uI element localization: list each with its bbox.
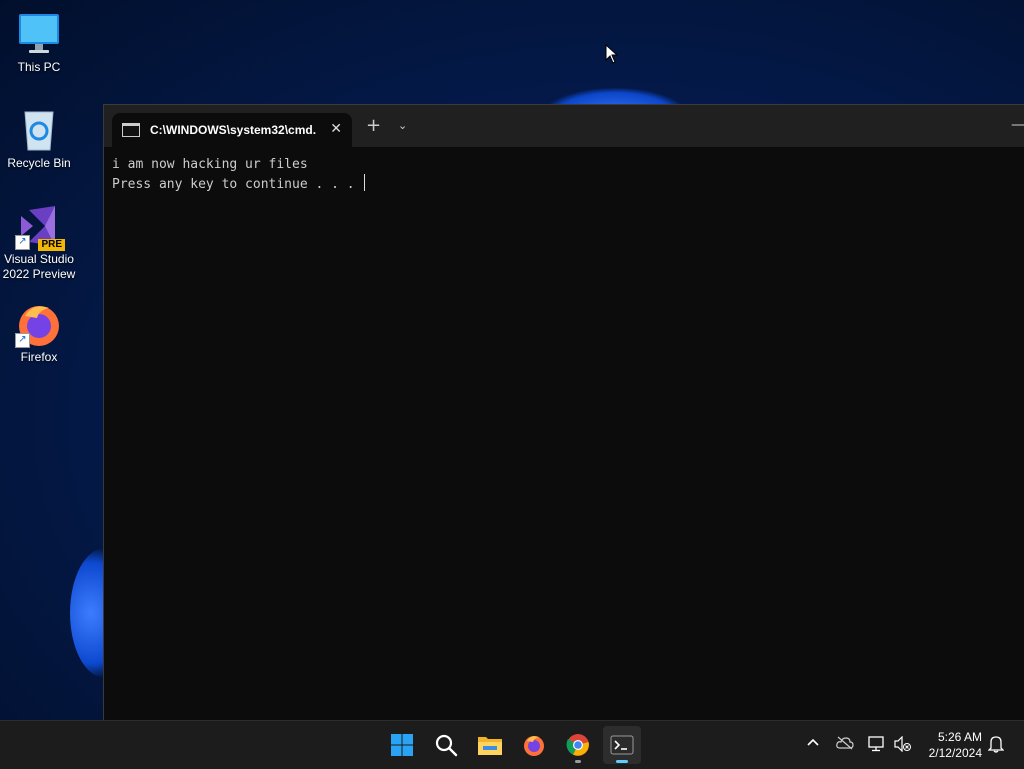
clock-time: 5:26 AM xyxy=(937,730,982,744)
desktop-icon-label: Visual Studio 2022 Preview xyxy=(2,252,76,281)
firefox-icon xyxy=(524,736,544,756)
running-indicator xyxy=(575,760,581,763)
mouse-pointer-icon xyxy=(605,43,619,68)
cmd-icon xyxy=(122,123,140,137)
network-icon[interactable] xyxy=(868,736,886,756)
console-line-prompt: Press any key to continue . . . xyxy=(112,174,1024,194)
taskbar-clock[interactable]: 5:26 AM 2/12/2024 xyxy=(929,729,982,761)
chrome-taskbar-button[interactable] xyxy=(559,726,597,764)
visual-studio-icon: PRE ↗ xyxy=(15,202,65,251)
search-button[interactable] xyxy=(427,726,465,764)
search-icon xyxy=(435,734,458,757)
terminal-window[interactable]: C:\WINDOWS\system32\cmd. ✕ + ⌄ — i am no… xyxy=(103,104,1024,720)
terminal-icon xyxy=(610,735,634,755)
new-tab-button[interactable]: + xyxy=(366,117,381,135)
desktop-icon-this-pc[interactable]: This PC xyxy=(0,10,79,75)
terminal-titlebar[interactable]: C:\WINDOWS\system32\cmd. ✕ + ⌄ — xyxy=(104,105,1024,147)
tab-close-button[interactable]: ✕ xyxy=(330,121,342,137)
shortcut-arrow-icon: ↗ xyxy=(15,333,30,348)
text-caret xyxy=(364,174,366,191)
pre-badge: PRE xyxy=(38,239,65,251)
desktop-icon-recycle-bin[interactable]: Recycle Bin xyxy=(0,106,79,171)
volume-muted-icon[interactable] xyxy=(894,735,912,756)
monitor-icon xyxy=(15,10,63,58)
desktop-icon-label: Recycle Bin xyxy=(7,156,71,170)
taskbar: 5:26 AM 2/12/2024 xyxy=(0,720,1024,769)
firefox-taskbar-button[interactable] xyxy=(515,726,553,764)
minimize-button[interactable]: — xyxy=(1011,117,1024,133)
file-explorer-icon xyxy=(478,737,502,755)
show-hidden-icons-button[interactable] xyxy=(806,735,820,753)
tab-dropdown-button[interactable]: ⌄ xyxy=(398,119,407,132)
console-output[interactable]: i am now hacking ur files Press any key t… xyxy=(104,147,1024,194)
recycle-bin-icon xyxy=(15,106,63,154)
console-line: i am now hacking ur files xyxy=(112,157,308,172)
desktop-icon-firefox[interactable]: ↗ Firefox xyxy=(0,300,79,365)
console-line: Press any key to continue . . . xyxy=(112,177,363,192)
start-icon xyxy=(391,734,413,756)
terminal-taskbar-button[interactable] xyxy=(603,726,641,764)
tab-title: C:\WINDOWS\system32\cmd. xyxy=(150,123,317,137)
notifications-icon[interactable] xyxy=(987,735,1005,757)
desktop-icon-visual-studio[interactable]: PRE ↗ Visual Studio 2022 Preview xyxy=(0,202,79,282)
clock-date: 2/12/2024 xyxy=(928,746,982,760)
start-button[interactable] xyxy=(383,726,421,764)
desktop-icon-label: Firefox xyxy=(20,350,58,364)
chrome-icon xyxy=(566,734,589,756)
firefox-icon: ↗ xyxy=(15,300,63,348)
desktop-icon-label: This PC xyxy=(17,60,61,74)
terminal-tab[interactable]: C:\WINDOWS\system32\cmd. ✕ xyxy=(112,113,352,147)
shortcut-arrow-icon: ↗ xyxy=(15,235,30,250)
active-indicator xyxy=(616,760,628,763)
chevron-up-icon xyxy=(807,738,819,746)
file-explorer-button[interactable] xyxy=(471,726,509,764)
onedrive-offline-icon[interactable] xyxy=(836,736,854,754)
